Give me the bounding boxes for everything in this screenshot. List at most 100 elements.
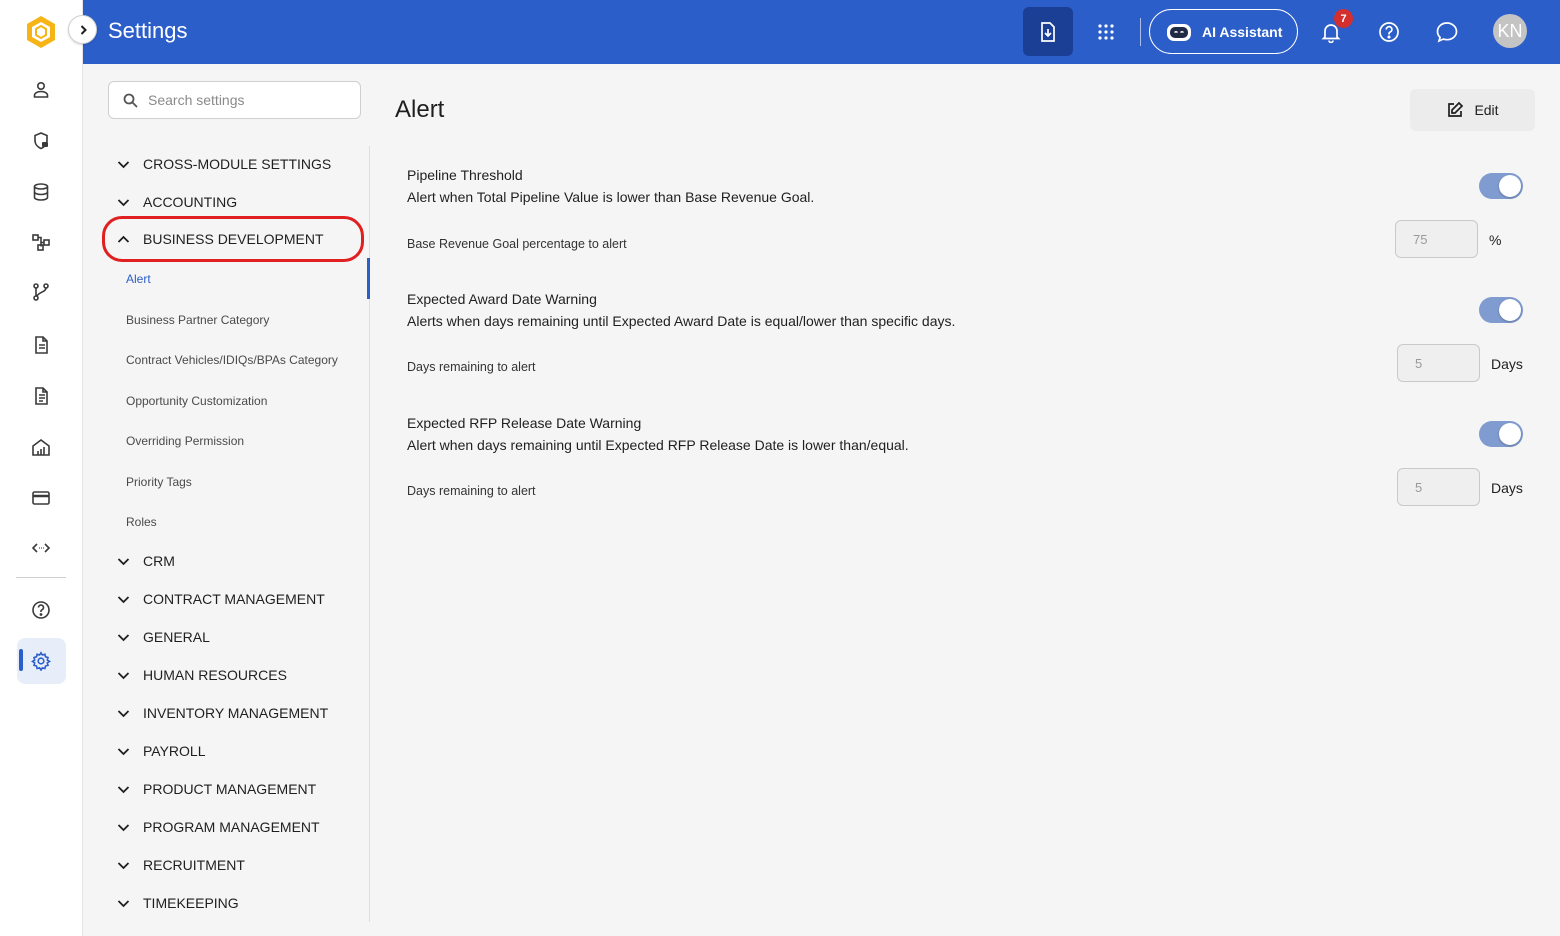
- sidebar-collapse-button[interactable]: [68, 15, 97, 44]
- nav-section-crm[interactable]: CRM: [115, 549, 175, 573]
- rail-active-indicator: [19, 649, 23, 671]
- setting-title: Pipeline Threshold: [407, 167, 523, 183]
- nav-section-product-management[interactable]: PRODUCT MANAGEMENT: [115, 777, 316, 801]
- award-days-input[interactable]: 5: [1397, 344, 1480, 382]
- chevron-up-icon: [115, 231, 132, 248]
- unit-label: Days: [1491, 356, 1523, 372]
- search-icon: [123, 93, 138, 108]
- nav-section-label: CONTRACT MANAGEMENT: [143, 591, 325, 607]
- nav-section-label: TIMEKEEPING: [143, 895, 239, 911]
- chevron-down-icon: [115, 705, 132, 722]
- user-icon[interactable]: [24, 73, 58, 107]
- export-button[interactable]: [1023, 7, 1073, 56]
- shield-lock-icon[interactable]: [24, 124, 58, 158]
- nav-sub-item-contract-vehicles-category[interactable]: Contract Vehicles/IDIQs/BPAs Category: [126, 353, 338, 367]
- chevron-down-icon: [115, 553, 132, 570]
- search-input[interactable]: [148, 92, 338, 108]
- help-circle-icon[interactable]: [24, 593, 58, 627]
- nav-section-general[interactable]: GENERAL: [115, 625, 210, 649]
- chevron-down-icon: [115, 156, 132, 173]
- file-text-icon[interactable]: [24, 379, 58, 413]
- chevron-right-icon: [80, 24, 87, 35]
- nav-section-label: CRM: [143, 553, 175, 569]
- user-avatar[interactable]: KN: [1493, 14, 1527, 48]
- left-rail: [0, 0, 83, 936]
- chat-bubble-icon: [1436, 22, 1458, 43]
- chat-button[interactable]: [1429, 14, 1465, 50]
- file-download-icon: [1041, 21, 1055, 42]
- nav-sub-item-roles[interactable]: Roles: [126, 515, 157, 529]
- help-icon: [1379, 22, 1399, 42]
- robot-icon: [1167, 23, 1191, 41]
- nav-section-label: INVENTORY MANAGEMENT: [143, 705, 329, 721]
- nav-section-label: PRODUCT MANAGEMENT: [143, 781, 317, 797]
- edit-button[interactable]: Edit: [1410, 89, 1535, 131]
- header-separator: [1140, 18, 1141, 46]
- edit-icon: [1448, 101, 1464, 117]
- nav-section-label: PAYROLL: [143, 743, 206, 759]
- chevron-down-icon: [115, 591, 132, 608]
- rail-divider: [16, 577, 66, 578]
- base-revenue-percentage-input[interactable]: 75: [1395, 220, 1478, 258]
- chevron-down-icon: [115, 857, 132, 874]
- page-title: Alert: [395, 96, 445, 123]
- nav-section-program-management[interactable]: PROGRAM MANAGEMENT: [115, 815, 320, 839]
- chevron-down-icon: [115, 819, 132, 836]
- document-icon[interactable]: [24, 328, 58, 362]
- setting-field-label: Days remaining to alert: [407, 484, 536, 498]
- rfp-release-warning-toggle[interactable]: [1479, 421, 1523, 447]
- setting-title: Expected RFP Release Date Warning: [407, 415, 642, 431]
- nav-section-label: ACCOUNTING: [143, 194, 238, 210]
- code-arrows-icon[interactable]: [24, 531, 58, 565]
- chevron-down-icon: [115, 667, 132, 684]
- ai-assistant-button[interactable]: AI Assistant: [1149, 9, 1298, 54]
- nav-section-label: BUSINESS DEVELOPMENT: [143, 231, 324, 247]
- app-logo-icon[interactable]: [24, 14, 58, 50]
- notification-badge: 7: [1334, 9, 1353, 28]
- header-title: Settings: [108, 18, 188, 43]
- nav-section-recruitment[interactable]: RECRUITMENT: [115, 853, 245, 877]
- nav-section-label: RECRUITMENT: [143, 857, 245, 873]
- chevron-down-icon: [115, 194, 132, 211]
- setting-description: Alert when days remaining until Expected…: [407, 437, 909, 453]
- unit-label: Days: [1491, 480, 1523, 496]
- chevron-down-icon: [115, 781, 132, 798]
- setting-title: Expected Award Date Warning: [407, 291, 597, 307]
- nav-section-accounting[interactable]: ACCOUNTING: [115, 190, 237, 214]
- help-button[interactable]: [1371, 14, 1407, 50]
- nav-section-cross-module-settings[interactable]: CROSS-MODULE SETTINGS: [115, 152, 331, 176]
- pipeline-threshold-toggle[interactable]: [1479, 173, 1523, 199]
- search-settings[interactable]: [108, 81, 361, 119]
- nav-section-label: HUMAN RESOURCES: [143, 667, 287, 683]
- setting-field-label: Days remaining to alert: [407, 360, 536, 374]
- unit-label: %: [1489, 232, 1502, 248]
- edit-label: Edit: [1474, 102, 1499, 118]
- database-icon[interactable]: [24, 175, 58, 209]
- nav-section-label: GENERAL: [143, 629, 210, 645]
- nav-sub-item-alert[interactable]: Alert: [126, 272, 151, 286]
- nav-section-payroll[interactable]: PAYROLL: [115, 739, 206, 763]
- nav-section-business-development[interactable]: BUSINESS DEVELOPMENT: [115, 227, 324, 251]
- apps-grid-icon: [1098, 24, 1114, 40]
- nav-active-indicator: [367, 258, 370, 299]
- workflow-icon[interactable]: [24, 225, 58, 259]
- settings-gear-icon[interactable]: [24, 644, 58, 678]
- credit-card-icon[interactable]: [24, 481, 58, 515]
- analytics-building-icon[interactable]: [24, 430, 58, 464]
- nav-sub-item-business-partner-category[interactable]: Business Partner Category: [126, 313, 269, 327]
- nav-section-timekeeping[interactable]: TIMEKEEPING: [115, 891, 239, 915]
- nav-section-inventory-management[interactable]: INVENTORY MANAGEMENT: [115, 701, 328, 725]
- chevron-down-icon: [115, 629, 132, 646]
- nav-sub-item-opportunity-customization[interactable]: Opportunity Customization: [126, 394, 267, 408]
- nav-sub-item-overriding-permission[interactable]: Overriding Permission: [126, 434, 244, 448]
- nav-section-contract-management[interactable]: CONTRACT MANAGEMENT: [115, 587, 325, 611]
- nav-section-human-resources[interactable]: HUMAN RESOURCES: [115, 663, 287, 687]
- apps-grid-button[interactable]: [1088, 14, 1124, 50]
- chevron-down-icon: [115, 895, 132, 912]
- rfp-days-input[interactable]: 5: [1397, 468, 1480, 506]
- setting-description: Alert when Total Pipeline Value is lower…: [407, 189, 815, 205]
- nav-sub-item-priority-tags[interactable]: Priority Tags: [126, 475, 192, 489]
- git-branch-icon[interactable]: [24, 275, 58, 309]
- award-date-warning-toggle[interactable]: [1479, 297, 1523, 323]
- setting-field-label: Base Revenue Goal percentage to alert: [407, 237, 627, 251]
